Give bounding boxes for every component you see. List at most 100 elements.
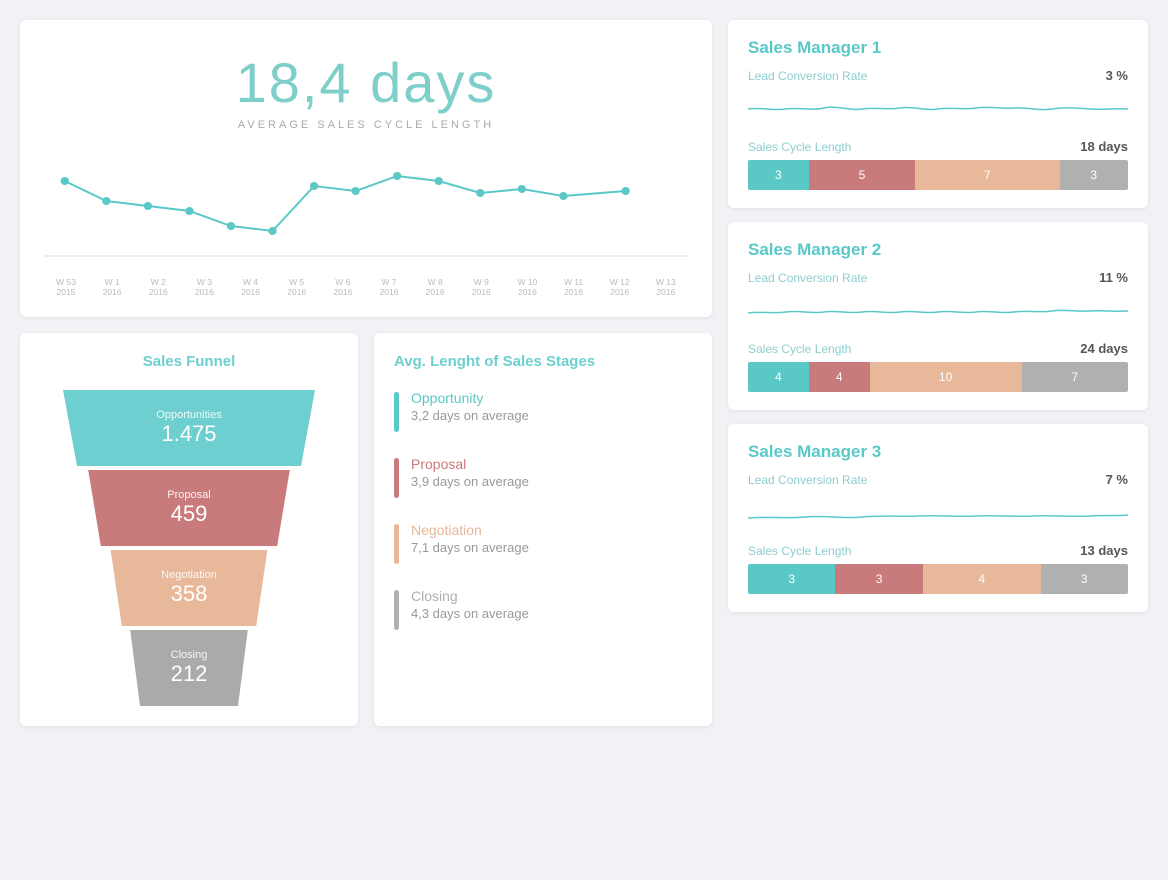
funnel-card: Sales Funnel Opportunities1.475Proposal4… bbox=[20, 333, 358, 726]
stacked-bar: 3343 bbox=[748, 564, 1128, 594]
sparkline bbox=[748, 493, 1128, 533]
stage-color-indicator bbox=[394, 458, 399, 498]
cycle-value: 24 days bbox=[1080, 341, 1128, 356]
stage-info: Negotiation 7,1 days on average bbox=[411, 522, 529, 555]
bar-segment: 3 bbox=[835, 564, 922, 594]
sparkline bbox=[748, 291, 1128, 331]
conversion-label: Lead Conversion Rate bbox=[748, 473, 867, 487]
funnel-stage-value: 358 bbox=[171, 581, 208, 607]
manager-name: Sales Manager 3 bbox=[748, 442, 1128, 462]
x-axis-label: W 13 2016 bbox=[648, 277, 684, 297]
manager-card: Sales Manager 1 Lead Conversion Rate 3 %… bbox=[728, 20, 1148, 208]
stage-days: 4,3 days on average bbox=[411, 606, 529, 621]
stage-color-indicator bbox=[394, 392, 399, 432]
conversion-label: Lead Conversion Rate bbox=[748, 271, 867, 285]
x-axis-label: W 5 2016 bbox=[279, 277, 315, 297]
stages-title: Avg. Lenght of Sales Stages bbox=[394, 353, 692, 370]
x-axis-label: W 11 2016 bbox=[556, 277, 592, 297]
bar-segment: 5 bbox=[809, 160, 915, 190]
avg-cycle-card: 18,4 days AVERAGE SALES CYCLE LENGTH bbox=[20, 20, 712, 317]
cycle-row: Sales Cycle Length 18 days bbox=[748, 139, 1128, 154]
stage-color-indicator bbox=[394, 590, 399, 630]
conversion-row: Lead Conversion Rate 3 % bbox=[748, 68, 1128, 83]
funnel-stage-value: 212 bbox=[171, 661, 208, 687]
conversion-value: 11 % bbox=[1099, 270, 1128, 285]
stage-label: Opportunity bbox=[411, 390, 529, 406]
funnel-stage: Opportunities1.475 bbox=[49, 390, 329, 466]
cycle-value: 13 days bbox=[1080, 543, 1128, 558]
manager-name: Sales Manager 2 bbox=[748, 240, 1128, 260]
funnel-stage-name: Opportunities bbox=[156, 409, 221, 421]
cycle-label: Sales Cycle Length bbox=[748, 140, 851, 154]
manager-name: Sales Manager 1 bbox=[748, 38, 1128, 58]
stages-list: Opportunity 3,2 days on average Proposal… bbox=[394, 390, 692, 630]
x-axis-label: W 8 2016 bbox=[417, 277, 453, 297]
sparkline bbox=[748, 89, 1128, 129]
bottom-section: Sales Funnel Opportunities1.475Proposal4… bbox=[20, 333, 712, 726]
conversion-label: Lead Conversion Rate bbox=[748, 69, 867, 83]
dashboard: 18,4 days AVERAGE SALES CYCLE LENGTH bbox=[20, 20, 1148, 726]
funnel-stage: Closing212 bbox=[91, 630, 287, 706]
funnel-stage-value: 459 bbox=[171, 501, 208, 527]
stage-info: Proposal 3,9 days on average bbox=[411, 456, 529, 489]
x-axis-label: W 9 2016 bbox=[463, 277, 499, 297]
stage-item: Opportunity 3,2 days on average bbox=[394, 390, 692, 432]
stage-label: Proposal bbox=[411, 456, 529, 472]
stage-info: Closing 4,3 days on average bbox=[411, 588, 529, 621]
stage-label: Closing bbox=[411, 588, 529, 604]
stage-days: 3,9 days on average bbox=[411, 474, 529, 489]
stacked-bar: 44107 bbox=[748, 362, 1128, 392]
bar-segment: 7 bbox=[1022, 362, 1128, 392]
bar-segment: 4 bbox=[923, 564, 1041, 594]
stage-color-indicator bbox=[394, 524, 399, 564]
funnel-stage-name: Negotiation bbox=[161, 569, 217, 581]
x-axis-label: W 10 2016 bbox=[509, 277, 545, 297]
funnel-stage: Proposal459 bbox=[63, 470, 315, 546]
conversion-value: 7 % bbox=[1106, 472, 1128, 487]
stage-item: Negotiation 7,1 days on average bbox=[394, 522, 692, 564]
funnel-container: Opportunities1.475Proposal459Negotiation… bbox=[40, 390, 338, 706]
cycle-value: 18 days bbox=[1080, 139, 1128, 154]
conversion-row: Lead Conversion Rate 11 % bbox=[748, 270, 1128, 285]
avg-cycle-subtitle: AVERAGE SALES CYCLE LENGTH bbox=[44, 119, 688, 131]
bar-segment: 3 bbox=[1041, 564, 1128, 594]
x-axis-label: W 4 2016 bbox=[233, 277, 269, 297]
cycle-row: Sales Cycle Length 24 days bbox=[748, 341, 1128, 356]
bar-segment: 3 bbox=[748, 160, 809, 190]
stage-days: 3,2 days on average bbox=[411, 408, 529, 423]
stage-days: 7,1 days on average bbox=[411, 540, 529, 555]
funnel-stage: Negotiation358 bbox=[77, 550, 301, 626]
bar-segment: 3 bbox=[748, 564, 835, 594]
stage-info: Opportunity 3,2 days on average bbox=[411, 390, 529, 423]
funnel-stage-value: 1.475 bbox=[161, 421, 216, 447]
conversion-value: 3 % bbox=[1106, 68, 1128, 83]
manager-card: Sales Manager 2 Lead Conversion Rate 11 … bbox=[728, 222, 1148, 410]
funnel-title: Sales Funnel bbox=[40, 353, 338, 370]
avg-cycle-value: 18,4 days bbox=[44, 50, 688, 115]
cycle-label: Sales Cycle Length bbox=[748, 544, 851, 558]
right-panel: Sales Manager 1 Lead Conversion Rate 3 %… bbox=[728, 20, 1148, 726]
conversion-row: Lead Conversion Rate 7 % bbox=[748, 472, 1128, 487]
x-axis-label: W 53 2015 bbox=[48, 277, 84, 297]
stage-item: Proposal 3,9 days on average bbox=[394, 456, 692, 498]
stages-card: Avg. Lenght of Sales Stages Opportunity … bbox=[374, 333, 712, 726]
x-axis-label: W 2 2016 bbox=[140, 277, 176, 297]
stage-item: Closing 4,3 days on average bbox=[394, 588, 692, 630]
x-axis-label: W 12 2016 bbox=[602, 277, 638, 297]
x-axis-label: W 1 2016 bbox=[94, 277, 130, 297]
x-axis-label: W 3 2016 bbox=[186, 277, 222, 297]
cycle-label: Sales Cycle Length bbox=[748, 342, 851, 356]
funnel-stage-name: Closing bbox=[171, 649, 208, 661]
x-axis-labels: W 53 2015 W 1 2016 W 2 2016 W 3 2016 W 4 201… bbox=[44, 277, 688, 297]
stage-label: Negotiation bbox=[411, 522, 529, 538]
x-axis-label: W 6 2016 bbox=[325, 277, 361, 297]
avg-cycle-chart bbox=[44, 151, 688, 271]
bar-segment: 10 bbox=[870, 362, 1022, 392]
bar-segment: 4 bbox=[748, 362, 809, 392]
bar-segment: 7 bbox=[915, 160, 1059, 190]
x-axis-label: W 7 2016 bbox=[371, 277, 407, 297]
funnel-stage-name: Proposal bbox=[167, 489, 210, 501]
bar-segment: 3 bbox=[1060, 160, 1128, 190]
manager-card: Sales Manager 3 Lead Conversion Rate 7 %… bbox=[728, 424, 1148, 612]
stacked-bar: 3573 bbox=[748, 160, 1128, 190]
